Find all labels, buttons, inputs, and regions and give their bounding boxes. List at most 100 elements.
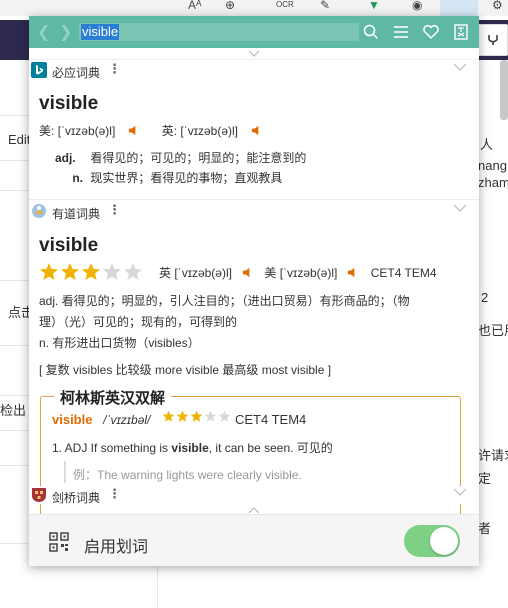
qr-code-icon[interactable]: [49, 532, 69, 552]
divider: [0, 345, 30, 346]
uk-phonetic: [ˈvɪzəb(ə)l]: [174, 266, 232, 280]
right-text: 也已用: [478, 323, 508, 338]
more-options-icon[interactable]: ⋮: [108, 61, 121, 77]
active-dictionary-extension[interactable]: [440, 0, 478, 16]
star-filled-icon: [176, 410, 189, 422]
menu-icon[interactable]: [392, 23, 410, 41]
pronunciation-row: 美: [ˈvɪzəb(ə)l] 英: [ˈvɪzəb(ə)l]: [39, 122, 262, 139]
star-empty-icon: [218, 410, 231, 422]
speaker-icon[interactable]: [347, 267, 358, 278]
speaker-icon[interactable]: [128, 125, 139, 136]
chevron-down-icon[interactable]: [453, 203, 467, 213]
search-input[interactable]: [79, 23, 359, 41]
collins-definition: 1. ADJ If something is visible, it can b…: [52, 439, 333, 456]
dict-name: 剑桥词典: [52, 491, 101, 505]
word-forms: [ 复数 visibles 比较级 more visible 最高级 most …: [39, 363, 332, 377]
heart-icon[interactable]: [422, 23, 440, 41]
divider: [0, 543, 30, 544]
popup-collapse-bar[interactable]: [29, 48, 479, 60]
right-text: 定: [478, 471, 492, 486]
definition-line: adj. 看得见的；明显的，引人注目的；（进出口贸易）有形商品的；（物: [39, 294, 410, 308]
collins-title: 柯林斯英汉双解: [54, 387, 172, 408]
fork-icon: [487, 35, 498, 45]
dict-name: 必应词典: [52, 66, 101, 80]
exam-tags: CET4 TEM4: [235, 412, 307, 427]
search-field[interactable]: [79, 23, 359, 41]
divider: [0, 465, 30, 466]
right-text: 许请求: [478, 448, 508, 463]
background-scrollbar[interactable]: [500, 60, 508, 120]
dict-name: 有道词典: [52, 207, 101, 221]
settings-icon[interactable]: ⚙: [492, 0, 503, 12]
browser-toolbar: Aᴬ ⊕ OCR ✎ ▼ ◉ ⚙: [0, 0, 508, 16]
more-options-icon[interactable]: ⋮: [108, 486, 121, 502]
chevron-down-icon: [248, 50, 260, 57]
divider: [0, 430, 30, 431]
toggle-knob: [430, 527, 458, 555]
ocr-extension-icon[interactable]: OCR: [276, 0, 294, 9]
more-options-icon[interactable]: ⋮: [108, 202, 121, 218]
definition-text: 1. ADJ If something is: [52, 441, 172, 455]
checkout-text: 检出: [0, 403, 27, 418]
edit-button[interactable]: Edit: [8, 132, 30, 147]
definition-row: adj. 看得见的；可见的；明显的；能注意到的: [55, 149, 306, 166]
speaker-icon[interactable]: [242, 267, 253, 278]
headword: visible: [39, 93, 99, 114]
part-of-speech: adj.: [55, 151, 76, 165]
headword: visible: [39, 235, 99, 256]
extension-icon[interactable]: ◉: [412, 0, 422, 12]
youdao-logo-icon: [31, 203, 47, 219]
part-of-speech: n.: [72, 171, 83, 185]
chevron-up-icon: [248, 507, 260, 514]
frequency-stars: [39, 262, 144, 287]
read-aloud-icon[interactable]: Aᴬ: [188, 0, 201, 12]
book-icon[interactable]: [452, 23, 470, 41]
bing-logo-icon: [31, 62, 47, 78]
star-empty-icon: [103, 263, 121, 280]
divider: [0, 160, 30, 161]
fork-button[interactable]: [477, 24, 508, 56]
back-arrow-icon[interactable]: ❮: [37, 22, 50, 42]
example-bar: [64, 461, 66, 483]
add-extension-icon[interactable]: ⊕: [225, 0, 235, 12]
search-icon[interactable]: [362, 23, 380, 41]
right-text: zham: [478, 175, 508, 190]
divider: [0, 395, 30, 396]
right-text: nang: [478, 158, 507, 173]
collins-phonetic: /ˈvɪzɪbəl/: [103, 413, 151, 427]
star-filled-icon: [61, 263, 79, 280]
youdao-dict-header: 有道词典 ⋮: [29, 202, 479, 221]
us-label: 美:: [39, 124, 55, 138]
uk-label: 英: [159, 266, 172, 280]
definition-line: 理）（光）可见的；现有的，可得到的: [39, 315, 238, 329]
divider: [29, 199, 479, 200]
right-text: 者: [478, 521, 492, 536]
star-empty-icon: [124, 263, 142, 280]
search-input-text: visible: [81, 24, 120, 40]
collins-entry-header: visible /ˈvɪzɪbəl/: [52, 412, 150, 427]
divider: [0, 280, 30, 281]
chevron-down-icon[interactable]: [453, 62, 467, 72]
collins-example: 例：The warning lights were clearly visibl…: [73, 466, 302, 483]
pronunciation-row: 英 [ˈvɪzəb(ə)l] 美 [ˈvɪzəb(ə)l] CET4 TEM4: [159, 264, 437, 281]
collins-word: visible: [52, 412, 93, 427]
us-phonetic: [ˈvɪzəb(ə)l]: [57, 124, 116, 138]
selection-translate-toggle[interactable]: [404, 525, 460, 557]
selection-translate-label: 启用划词: [84, 539, 149, 556]
star-filled-icon: [190, 410, 203, 422]
definition-text: 现实世界；看得见的事物；直观教具: [90, 171, 283, 185]
pen-extension-icon[interactable]: ✎: [320, 0, 330, 12]
example-text: The warning lights were clearly visible.: [97, 468, 302, 482]
cambridge-dict-header: 剑桥词典 ⋮: [29, 486, 479, 505]
chevron-down-icon[interactable]: [453, 487, 467, 497]
speaker-icon[interactable]: [251, 125, 262, 136]
definition-text: 看得见的；可见的；明显的；能注意到的: [90, 151, 307, 165]
star-filled-icon: [40, 263, 58, 280]
vpn-extension-icon[interactable]: ▼: [368, 0, 380, 12]
forward-arrow-icon[interactable]: ❯: [59, 22, 72, 42]
right-text: 人: [480, 137, 494, 152]
uk-label: 英:: [161, 124, 178, 138]
star-empty-icon: [204, 410, 217, 422]
uk-phonetic: [ˈvɪzəb(ə)l]: [180, 124, 238, 138]
divider: [0, 115, 30, 116]
